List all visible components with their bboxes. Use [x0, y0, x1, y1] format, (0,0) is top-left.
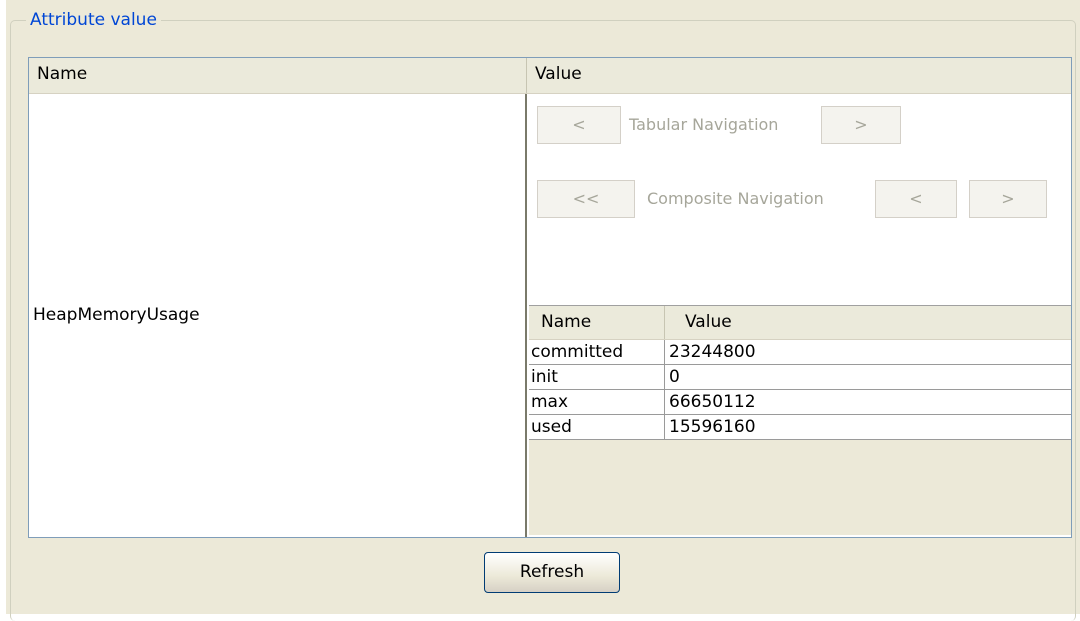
composite-table-header: Name Value [529, 306, 1071, 340]
row-value-cell: 23244800 [669, 342, 756, 362]
table-row[interactable]: max 66650112 [529, 390, 1071, 415]
column-header-name[interactable]: Name [29, 58, 527, 93]
column-header-value[interactable]: Value [527, 58, 1071, 93]
inner-column-header-name[interactable]: Name [529, 306, 665, 339]
row-value-cell: 15596160 [669, 417, 756, 437]
attribute-name-text: HeapMemoryUsage [33, 305, 200, 325]
tabular-prev-button[interactable]: < [537, 106, 621, 144]
row-value-cell: 66650112 [669, 392, 756, 412]
attribute-table-header: Name Value [29, 58, 1071, 94]
refresh-button[interactable]: Refresh [484, 552, 620, 593]
attribute-panel: Attribute value Name Value HeapMemoryUsa… [0, 0, 1080, 621]
row-name-cell: max [529, 390, 665, 414]
attribute-table: Name Value HeapMemoryUsage < Tabular Nav… [28, 57, 1072, 538]
attribute-value-cell: < Tabular Navigation > << Composite Navi… [527, 94, 1071, 537]
composite-next-button[interactable]: > [969, 180, 1047, 218]
composite-table-body: committed 23244800 init 0 max 66650112 u… [529, 340, 1071, 440]
composite-prev-button[interactable]: < [875, 180, 957, 218]
table-row[interactable]: committed 23244800 [529, 340, 1071, 365]
groupbox-title: Attribute value [26, 9, 161, 31]
navigation-area: < Tabular Navigation > << Composite Navi… [527, 94, 1071, 304]
tabular-next-button[interactable]: > [821, 106, 901, 144]
row-name-cell: committed [529, 340, 665, 364]
composite-table: Name Value committed 23244800 init 0 max… [529, 305, 1071, 535]
row-name-cell: init [529, 365, 665, 389]
panel-left-edge [0, 0, 6, 614]
inner-column-header-value[interactable]: Value [665, 306, 1071, 339]
composite-navigation-label: Composite Navigation [647, 189, 824, 208]
row-value-cell: 0 [669, 367, 680, 387]
table-row[interactable]: used 15596160 [529, 415, 1071, 440]
table-row[interactable]: init 0 [529, 365, 1071, 390]
row-name-cell: used [529, 415, 665, 439]
tabular-navigation-label: Tabular Navigation [629, 115, 779, 134]
attribute-name-cell[interactable]: HeapMemoryUsage [29, 94, 527, 537]
composite-first-button[interactable]: << [537, 180, 635, 218]
